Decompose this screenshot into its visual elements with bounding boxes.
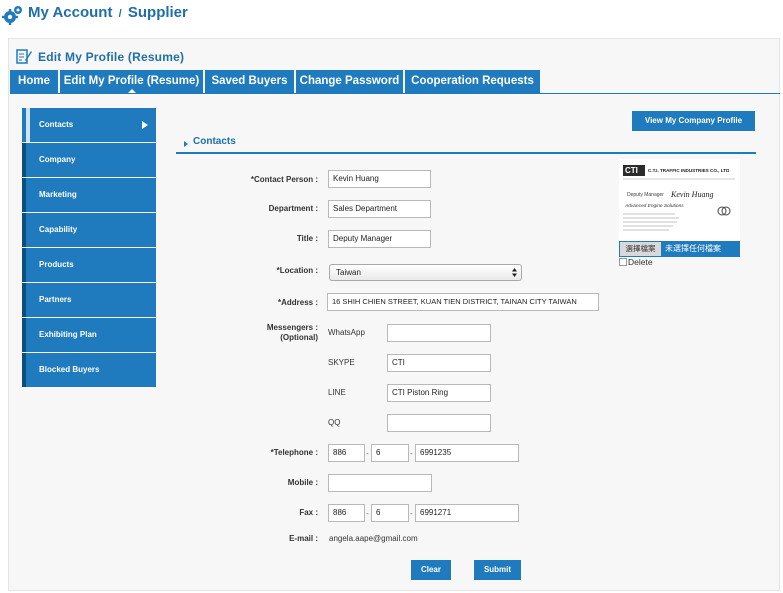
telephone-area-input[interactable]: 6 <box>371 444 409 462</box>
tab-cooperation-requests[interactable]: Cooperation Requests <box>405 70 540 93</box>
messengers-optional-label: (Optional) <box>280 333 318 342</box>
address-input[interactable]: 16 SHIH CHIEN STREET, KUAN TIEN DISTRICT… <box>327 293 599 311</box>
skype-input[interactable]: CTI <box>387 354 491 372</box>
department-input[interactable]: Sales Department <box>328 200 431 218</box>
sidebar-item-label: Marketing <box>39 190 77 199</box>
select-arrows-icon <box>512 268 517 277</box>
no-file-selected-text: 未選擇任何檔案 <box>665 244 721 253</box>
sidebar-item-label: Contacts <box>39 120 74 129</box>
card-tagline: Advanced Engine Solutions <box>625 204 684 209</box>
title-separator: / <box>118 8 122 20</box>
triangle-right-icon <box>184 141 188 147</box>
whatsapp-input[interactable] <box>387 324 491 342</box>
fax-country-input[interactable]: 886 <box>328 504 365 522</box>
delete-label: Delete <box>628 257 653 267</box>
qq-input[interactable] <box>387 414 491 432</box>
whatsapp-label: WhatsApp <box>328 328 365 337</box>
location-select[interactable]: Taiwan <box>329 264 522 281</box>
telephone-country-input[interactable]: 886 <box>328 444 365 462</box>
sidebar-item-contacts[interactable]: Contacts <box>22 108 156 142</box>
section-title: Contacts <box>193 136 236 147</box>
fax-area-input[interactable]: 6 <box>371 504 409 522</box>
dash-separator: - <box>366 509 369 518</box>
card-person-name: Kevin Huang <box>671 190 714 199</box>
location-selected: Taiwan <box>336 268 361 277</box>
main-tabs: Home Edit My Profile (Resume) Saved Buye… <box>10 70 542 93</box>
sidebar-item-marketing[interactable]: Marketing <box>22 178 156 212</box>
tab-saved-buyers[interactable]: Saved Buyers <box>205 70 294 93</box>
business-card-image: CTI C.T.I. TRAFFIC INDUSTRIES CO., LTD D… <box>619 159 740 241</box>
fax-number-input[interactable]: 6991271 <box>415 504 519 522</box>
contact-person-label: *Contact Person : <box>220 175 318 184</box>
arrow-right-icon <box>142 121 148 129</box>
title-input[interactable]: Deputy Manager <box>328 230 431 248</box>
sidebar-item-partners[interactable]: Partners <box>22 283 156 317</box>
clear-button[interactable]: Clear <box>411 560 451 580</box>
account-gear-icon <box>2 6 22 25</box>
title-label: Title : <box>296 234 318 243</box>
submit-button[interactable]: Submit <box>474 560 521 580</box>
card-person-title: Deputy Manager <box>627 192 664 198</box>
address-label: *Address : <box>220 298 318 307</box>
tab-change-password[interactable]: Change Password <box>296 70 403 93</box>
dash-separator: - <box>366 449 369 458</box>
qq-label: QQ <box>328 418 341 427</box>
email-label: E-mail : <box>289 534 318 543</box>
skype-label: SKYPE <box>328 358 355 367</box>
sidebar-item-label: Company <box>39 155 76 164</box>
tab-home[interactable]: Home <box>10 70 58 93</box>
email-value: angela.aape@gmail.com <box>329 534 418 543</box>
tabs-divider <box>10 93 780 94</box>
sidebar-item-products[interactable]: Products <box>22 248 156 282</box>
telephone-label-text: Telephone : <box>273 448 318 457</box>
sidebar-item-exhibiting-plan[interactable]: Exhibiting Plan <box>22 318 156 352</box>
sidebar-item-company[interactable]: Company <box>22 143 156 177</box>
account-label: My Account <box>28 4 113 21</box>
telephone-label: *Telephone : <box>220 448 318 457</box>
location-label: *Location : <box>220 266 318 275</box>
top-bar: My Account / Supplier <box>0 0 783 30</box>
dash-separator: - <box>410 449 413 458</box>
view-company-profile-button[interactable]: View My Company Profile <box>632 111 755 131</box>
department-label: Department : <box>268 204 318 213</box>
role-label: Supplier <box>127 4 188 21</box>
sidebar-item-capability[interactable]: Capability <box>22 213 156 247</box>
page-title: Edit My Profile (Resume) <box>38 50 185 64</box>
sidebar-item-label: Blocked Buyers <box>39 365 100 374</box>
sidebar-item-label: Partners <box>39 295 72 304</box>
line-label: LINE <box>328 388 346 397</box>
contact-person-input[interactable]: Kevin Huang <box>328 170 431 188</box>
line-input[interactable]: CTI Piston Ring <box>387 384 491 402</box>
choose-file-button[interactable]: 選擇檔案 <box>620 242 661 256</box>
tab-edit-profile[interactable]: Edit My Profile (Resume) <box>60 70 203 93</box>
edit-profile-icon <box>16 49 32 64</box>
sidebar-nav: Contacts Company Marketing Capability Pr… <box>22 108 156 388</box>
delete-checkbox[interactable] <box>619 258 627 266</box>
telephone-number-input[interactable]: 6991235 <box>415 444 519 462</box>
dash-separator: - <box>410 509 413 518</box>
card-logo: CTI <box>625 166 638 175</box>
mobile-label: Mobile : <box>287 478 318 487</box>
address-label-text: Address : <box>281 298 318 307</box>
account-title: My Account / Supplier <box>28 4 188 21</box>
section-header: Contacts <box>176 136 756 154</box>
location-label-text: Location : <box>279 266 318 275</box>
contact-person-label-text: Contact Person : <box>253 175 318 184</box>
sidebar-item-label: Capability <box>39 225 78 234</box>
messengers-label: Messengers : <box>266 323 318 332</box>
sidebar-item-label: Exhibiting Plan <box>39 330 97 339</box>
fax-label: Fax : <box>299 508 318 517</box>
card-company: C.T.I. TRAFFIC INDUSTRIES CO., LTD <box>648 168 730 173</box>
file-upload-row: 選擇檔案 未選擇任何檔案 <box>619 241 740 257</box>
sidebar-item-label: Products <box>39 260 74 269</box>
sidebar-item-blocked-buyers[interactable]: Blocked Buyers <box>22 353 156 387</box>
mobile-input[interactable] <box>328 474 432 492</box>
